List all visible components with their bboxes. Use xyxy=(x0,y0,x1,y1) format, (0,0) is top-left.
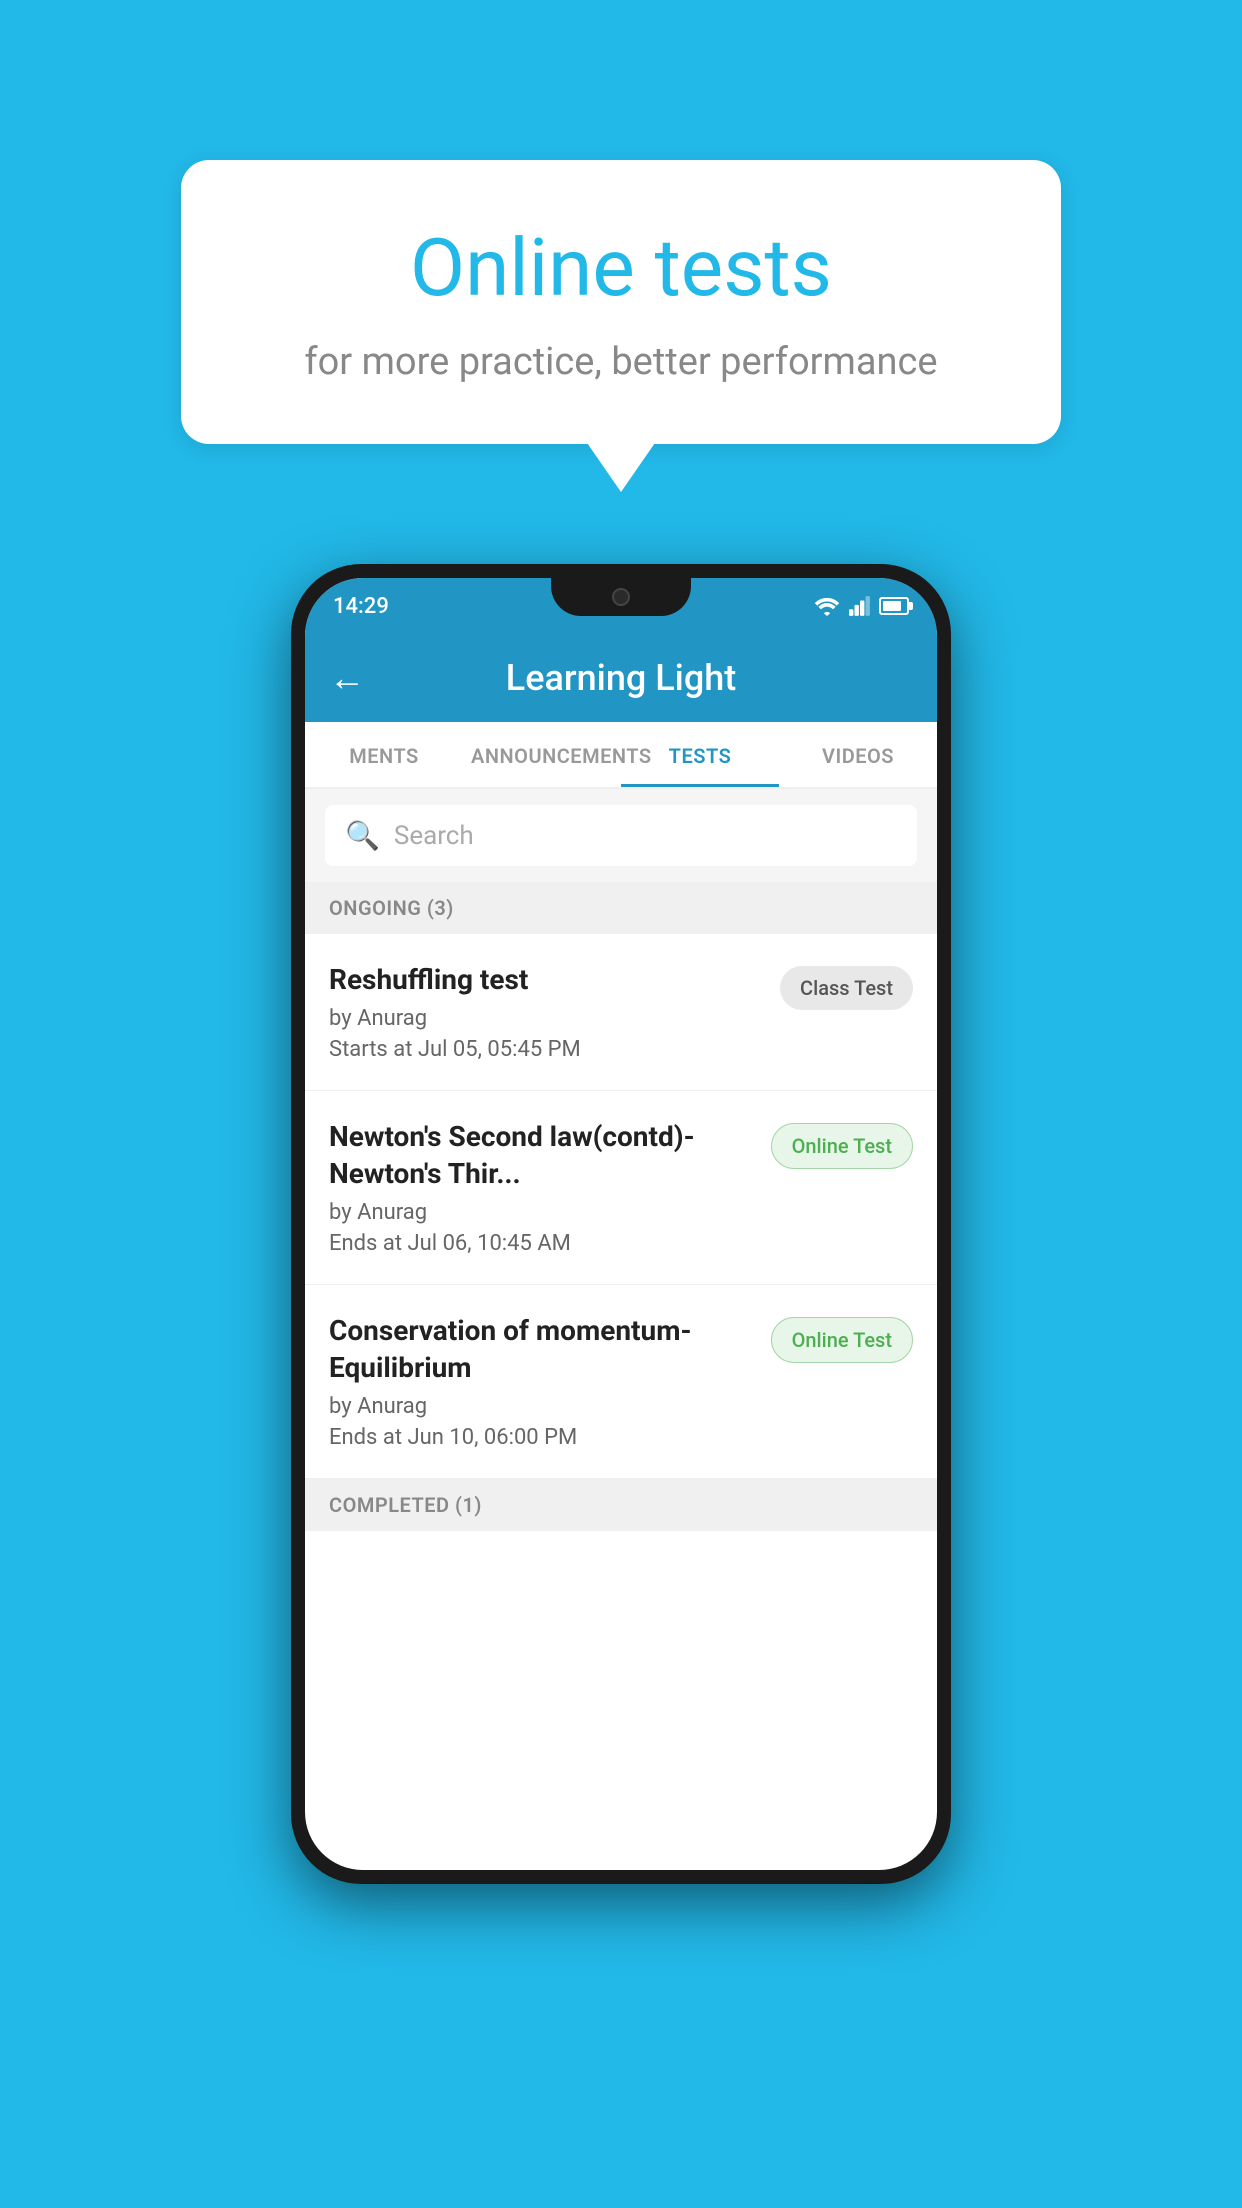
test-info-2: Newton's Second law(contd)-Newton's Thir… xyxy=(329,1119,771,1256)
test-item[interactable]: Newton's Second law(contd)-Newton's Thir… xyxy=(305,1091,937,1285)
ongoing-section-label: ONGOING (3) xyxy=(305,882,937,934)
search-placeholder: Search xyxy=(394,821,474,851)
test-date-2: Ends at Jul 06, 10:45 AM xyxy=(329,1231,755,1256)
phone-wrapper: 14:29 xyxy=(0,564,1242,1884)
test-name-3: Conservation of momentum-Equilibrium xyxy=(329,1313,755,1386)
test-badge-1: Class Test xyxy=(780,966,913,1010)
test-name-2: Newton's Second law(contd)-Newton's Thir… xyxy=(329,1119,755,1192)
test-info-3: Conservation of momentum-Equilibrium by … xyxy=(329,1313,771,1450)
phone-screen: 14:29 xyxy=(305,578,937,1870)
status-bar: 14:29 xyxy=(305,578,937,634)
test-item[interactable]: Reshuffling test by Anurag Starts at Jul… xyxy=(305,934,937,1091)
test-date-3: Ends at Jun 10, 06:00 PM xyxy=(329,1425,755,1450)
hero-section: Online tests for more practice, better p… xyxy=(0,0,1242,444)
phone-notch xyxy=(551,578,691,616)
signal-icon xyxy=(849,596,871,616)
test-info-1: Reshuffling test by Anurag Starts at Jul… xyxy=(329,962,780,1062)
phone-device: 14:29 xyxy=(291,564,951,1884)
search-box[interactable]: 🔍 Search xyxy=(325,805,917,866)
test-name-1: Reshuffling test xyxy=(329,962,764,998)
status-icons xyxy=(813,596,909,616)
speech-bubble: Online tests for more practice, better p… xyxy=(181,160,1061,444)
battery-icon xyxy=(879,597,909,615)
tabs-container: MENTS ANNOUNCEMENTS TESTS VIDEOS xyxy=(305,722,937,789)
wifi-icon xyxy=(813,596,841,616)
search-container: 🔍 Search xyxy=(305,789,937,882)
test-author-1: by Anurag xyxy=(329,1006,764,1031)
test-badge-3: Online Test xyxy=(771,1317,913,1363)
test-item[interactable]: Conservation of momentum-Equilibrium by … xyxy=(305,1285,937,1479)
test-badge-2: Online Test xyxy=(771,1123,913,1169)
tab-ments[interactable]: MENTS xyxy=(305,722,463,787)
back-button[interactable]: ← xyxy=(329,657,365,699)
app-bar: ← Learning Light xyxy=(305,634,937,722)
tab-announcements[interactable]: ANNOUNCEMENTS xyxy=(463,722,621,787)
completed-section-label: COMPLETED (1) xyxy=(305,1479,937,1531)
tab-tests[interactable]: TESTS xyxy=(621,722,779,787)
app-title: Learning Light xyxy=(385,657,857,699)
test-author-2: by Anurag xyxy=(329,1200,755,1225)
tab-videos[interactable]: VIDEOS xyxy=(779,722,937,787)
test-date-1: Starts at Jul 05, 05:45 PM xyxy=(329,1037,764,1062)
bubble-title: Online tests xyxy=(261,220,981,316)
bubble-subtitle: for more practice, better performance xyxy=(261,340,981,384)
search-icon: 🔍 xyxy=(345,819,380,852)
front-camera xyxy=(612,588,630,606)
status-time: 14:29 xyxy=(333,594,389,619)
test-author-3: by Anurag xyxy=(329,1394,755,1419)
